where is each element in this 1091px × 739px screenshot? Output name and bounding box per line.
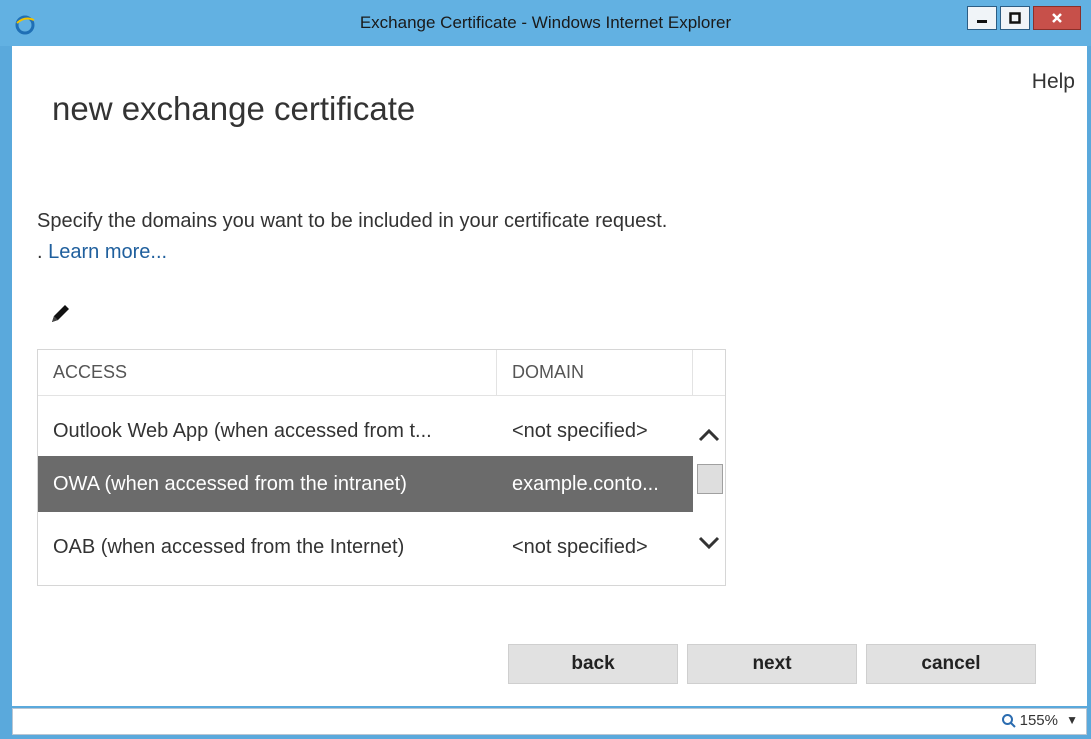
table-row[interactable]: OAB (when accessed from the Internet) <n… <box>38 519 693 575</box>
row-domain-cell: <not specified> <box>512 536 648 558</box>
maximize-button[interactable] <box>1000 6 1030 30</box>
zoom-dropdown-icon[interactable]: ▼ <box>1066 713 1078 727</box>
row-access-cell: OAB (when accessed from the Internet) <box>53 536 405 558</box>
table-row[interactable]: Outlook Web App (when accessed from t...… <box>38 403 693 459</box>
minimize-button[interactable] <box>967 6 997 30</box>
status-bar: 155% ▼ <box>12 708 1087 735</box>
help-link[interactable]: Help <box>1032 70 1075 94</box>
row-access-cell: OWA (when accessed from the intranet) <box>53 473 407 495</box>
maximize-icon <box>1009 12 1021 24</box>
title-bar: Exchange Certificate - Windows Internet … <box>0 0 1091 46</box>
domain-grid: ACCESS DOMAIN Outlook Web App (when acce… <box>37 349 726 586</box>
zoom-control[interactable]: 155% <box>1001 712 1058 729</box>
scrollbar-thumb[interactable] <box>697 464 723 494</box>
zoom-level: 155% <box>1019 712 1058 729</box>
learn-more-link[interactable]: Learn more... <box>48 241 167 263</box>
column-header-access[interactable]: ACCESS <box>38 350 497 395</box>
scroll-down-chevron-icon[interactable] <box>696 530 722 556</box>
close-icon <box>1052 13 1062 23</box>
page-title: new exchange certificate <box>52 90 416 127</box>
minimize-icon <box>977 20 987 23</box>
row-domain-cell: <not specified> <box>512 420 648 442</box>
back-button[interactable]: back <box>508 644 678 684</box>
row-access-cell: Outlook Web App (when accessed from t... <box>53 420 432 442</box>
description: Specify the domains you want to be inclu… <box>37 206 677 268</box>
window-title: Exchange Certificate - Windows Internet … <box>359 13 732 32</box>
grid-header: ACCESS DOMAIN <box>38 350 725 396</box>
browser-window: Exchange Certificate - Windows Internet … <box>0 0 1091 739</box>
page-content: Help new exchange certificate Specify th… <box>12 46 1087 706</box>
scroll-up-chevron-icon[interactable] <box>696 422 722 448</box>
window-controls <box>964 6 1081 32</box>
close-button[interactable] <box>1033 6 1081 30</box>
pencil-icon[interactable] <box>47 301 73 327</box>
row-domain-cell: example.conto... <box>512 473 659 495</box>
table-row-selected[interactable]: OWA (when accessed from the intranet) ex… <box>38 456 693 512</box>
cancel-button[interactable]: cancel <box>866 644 1036 684</box>
next-button[interactable]: next <box>687 644 857 684</box>
magnifier-icon <box>1001 713 1016 728</box>
column-header-domain[interactable]: DOMAIN <box>497 350 693 395</box>
